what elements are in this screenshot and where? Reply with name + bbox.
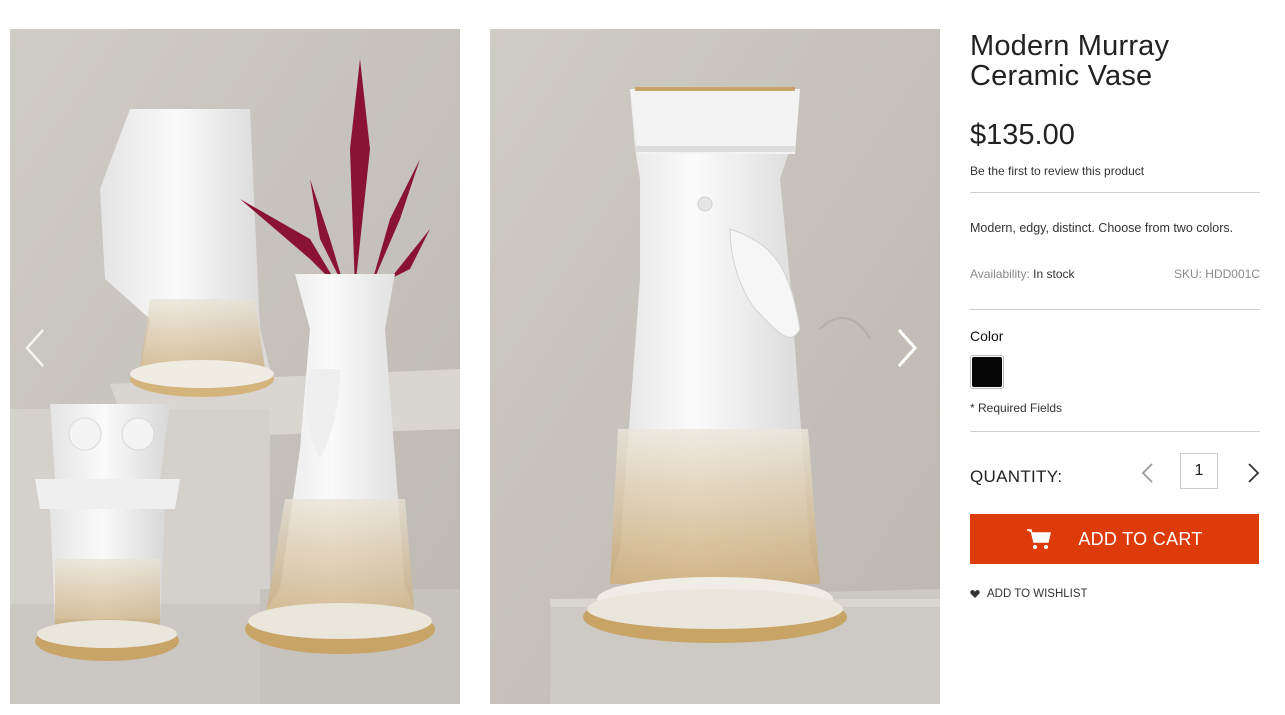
bird-vase-photo (490, 29, 940, 704)
product-title-line-2: Ceramic Vase (970, 60, 1153, 92)
chevron-left-icon[interactable] (1138, 461, 1158, 485)
heart-icon (970, 589, 980, 598)
product-title: Modern Murray Ceramic Vase (970, 31, 1260, 91)
required-fields-note: * Required Fields (970, 401, 1063, 415)
product-image-1 (10, 29, 460, 704)
add-to-cart-label: ADD TO CART (1078, 528, 1203, 549)
add-to-wishlist-link[interactable]: ADD TO WISHLIST (970, 588, 1260, 600)
availability-label: Availability: (970, 267, 1030, 281)
divider (970, 431, 1260, 432)
availability: Availability: In stock (970, 267, 1075, 281)
gallery-prev-button[interactable] (15, 318, 55, 378)
add-to-cart-button[interactable]: ADD TO CART (970, 514, 1259, 564)
product-description: Modern, edgy, distinct. Choose from two … (970, 221, 1234, 235)
chevron-left-icon (25, 329, 44, 367)
color-option-label: Color (970, 328, 1004, 344)
review-link[interactable]: Be the first to review this product (970, 164, 1144, 178)
add-to-wishlist-label: ADD TO WISHLIST (987, 588, 1088, 600)
divider (970, 192, 1260, 193)
cart-icon (1027, 529, 1052, 549)
gallery-next-button[interactable] (887, 318, 927, 378)
availability-row: Availability: In stock SKU: HDD001C (970, 267, 1260, 281)
product-title-line-1: Modern Murray (970, 30, 1170, 62)
quantity-label: QUANTITY: (970, 467, 1063, 486)
chevron-right-icon (897, 329, 918, 367)
product-price: $135.00 (970, 119, 1075, 151)
product-image-2 (490, 29, 940, 704)
availability-value: In stock (1033, 267, 1075, 281)
chevron-right-icon[interactable] (1243, 461, 1263, 485)
sku-text: SKU: HDD001C (1173, 267, 1260, 281)
product-info-panel: Modern Murray Ceramic Vase $135.00 Be th… (970, 29, 1260, 600)
divider (970, 309, 1260, 310)
swatch-fill (972, 357, 1002, 387)
color-swatch-black[interactable] (970, 355, 1004, 389)
vase-group-photo (10, 29, 460, 704)
quantity-row: QUANTITY: (970, 453, 1260, 493)
quantity-input[interactable] (1180, 453, 1218, 489)
